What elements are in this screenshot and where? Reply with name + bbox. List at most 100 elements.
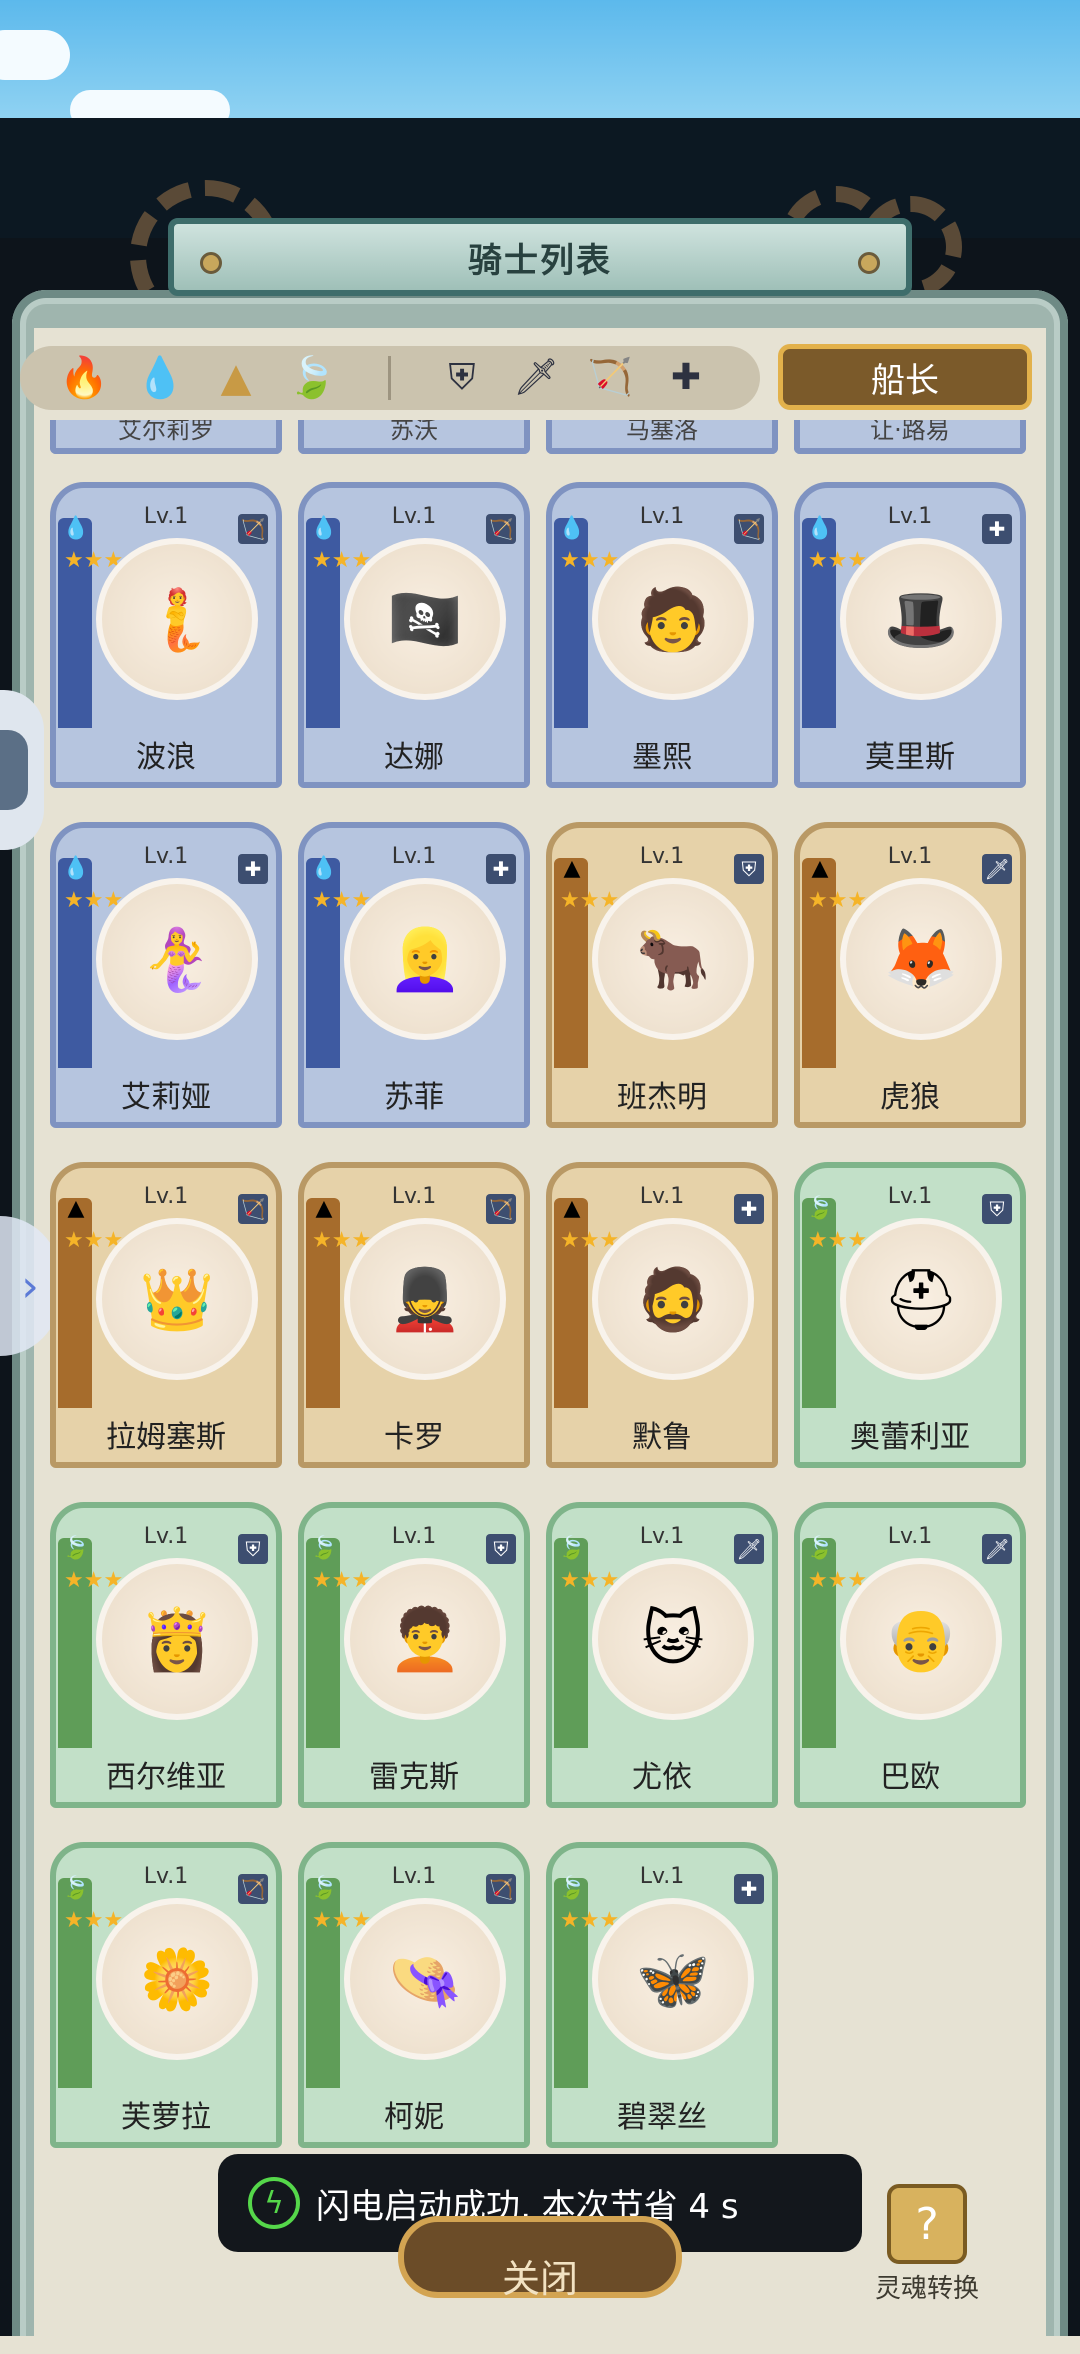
knight-portrait: 🧑‍🦱: [344, 1558, 506, 1720]
knight-card[interactable]: 💧 ★★★ Lv.1 ✚ 🎩 莫里斯: [794, 482, 1026, 788]
knight-card[interactable]: 🍃 ★★★ Lv.1 ⛨ 🧑‍🦱 雷克斯: [298, 1502, 530, 1808]
knight-card[interactable]: 🍃 ★★★ Lv.1 🏹 🌼 芙萝拉: [50, 1842, 282, 2148]
knight-name: 默鲁: [632, 1420, 692, 1455]
knight-name: 尤依: [632, 1760, 692, 1795]
knight-card[interactable]: 💧 ★★★ Lv.1 ✚ 👱‍♀️ 苏菲: [298, 822, 530, 1128]
knight-name: 艾莉娅: [121, 1080, 211, 1115]
star-rating: ★★★: [64, 1908, 124, 1933]
knight-portrait: 👸: [96, 1558, 258, 1720]
knight-card-partial[interactable]: 苏沃: [298, 420, 530, 454]
star-rating: ★★★: [312, 1228, 372, 1253]
captain-button-label: 船长: [871, 360, 939, 401]
knight-name: 让·路易: [870, 420, 950, 444]
role-icon: 🗡: [982, 854, 1012, 884]
knight-portrait: ⛑: [840, 1218, 1002, 1380]
knight-name: 墨熙: [632, 740, 692, 775]
knight-card[interactable]: 💧 ★★★ Lv.1 🏹 🧑 墨熙: [546, 482, 778, 788]
role-icon: ✚: [486, 854, 516, 884]
knight-portrait: 🎩: [840, 538, 1002, 700]
star-rating: ★★★: [64, 1228, 124, 1253]
knight-card[interactable]: 🍃 ★★★ Lv.1 ⛨ ⛑ 奥蕾利亚: [794, 1162, 1026, 1468]
wind-element-icon[interactable]: 🍃: [286, 352, 338, 404]
knight-portrait: 🐂: [592, 878, 754, 1040]
knight-card[interactable]: 💧 ★★★ Lv.1 🏹 🧜 波浪: [50, 482, 282, 788]
knight-card[interactable]: 💧 ★★★ Lv.1 🏹 🏴‍☠️ 达娜: [298, 482, 530, 788]
role-icon: 🏹: [238, 514, 268, 544]
knight-card[interactable]: 🍃 ★★★ Lv.1 ⛨ 👸 西尔维亚: [50, 1502, 282, 1808]
knight-card[interactable]: 🍃 ★★★ Lv.1 🗡 👴 巴欧: [794, 1502, 1026, 1808]
banner-rivet-right: [858, 252, 880, 274]
role-icon: 🏹: [734, 514, 764, 544]
page-title: 骑士列表: [168, 218, 912, 296]
knight-card[interactable]: 🍃 ★★★ Lv.1 🏹 👒 柯妮: [298, 1842, 530, 2148]
knight-card[interactable]: ▲ ★★★ Lv.1 🏹 💂 卡罗: [298, 1162, 530, 1468]
star-rating: ★★★: [808, 1568, 868, 1593]
role-icon: ⛨: [734, 854, 764, 884]
knight-portrait: 🧑: [592, 538, 754, 700]
knight-card[interactable]: ▲ ★★★ Lv.1 ✚ 🧔 默鲁: [546, 1162, 778, 1468]
role-icon: 🗡: [734, 1534, 764, 1564]
knight-card[interactable]: ▲ ★★★ Lv.1 ⛨ 🐂 班杰明: [546, 822, 778, 1128]
star-rating: ★★★: [808, 1228, 868, 1253]
shield-role-icon[interactable]: ⛨: [436, 352, 488, 404]
knight-card[interactable]: 🍃 ★★★ Lv.1 🗡 🐱 尤依: [546, 1502, 778, 1808]
knight-portrait: 🏴‍☠️: [344, 538, 506, 700]
role-icon: ✚: [734, 1194, 764, 1224]
knight-portrait: 🦋: [592, 1898, 754, 2060]
knight-name: 卡罗: [384, 1420, 444, 1455]
knight-portrait: 👴: [840, 1558, 1002, 1720]
role-icon: ✚: [982, 514, 1012, 544]
knight-portrait: 🦊: [840, 878, 1002, 1040]
page-title-text: 骑士列表: [468, 240, 612, 281]
fire-element-icon[interactable]: 🔥: [58, 352, 110, 404]
bottom-strip: [0, 2336, 1080, 2354]
knight-name: 奥蕾利亚: [850, 1420, 970, 1455]
star-rating: ★★★: [312, 548, 372, 573]
knight-portrait: 👑: [96, 1218, 258, 1380]
role-icon: ⛨: [238, 1534, 268, 1564]
side-tab-handle: [0, 730, 28, 810]
knight-portrait: 👱‍♀️: [344, 878, 506, 1040]
role-icon: ✚: [734, 1874, 764, 1904]
role-icon: ⛨: [982, 1194, 1012, 1224]
knight-name: 柯妮: [384, 2100, 444, 2135]
star-rating: ★★★: [560, 1908, 620, 1933]
knight-name: 碧翠丝: [617, 2100, 707, 2135]
knight-card[interactable]: ▲ ★★★ Lv.1 🗡 🦊 虎狼: [794, 822, 1026, 1128]
sword-role-icon[interactable]: 🗡: [510, 352, 562, 404]
knight-card-partial[interactable]: 艾尔莉罗: [50, 420, 282, 454]
knight-portrait: 👒: [344, 1898, 506, 2060]
star-rating: ★★★: [808, 888, 868, 913]
water-element-icon[interactable]: 💧: [134, 352, 186, 404]
role-icon: 🏹: [486, 514, 516, 544]
healer-role-icon[interactable]: ✚: [660, 352, 712, 404]
close-button[interactable]: 关闭: [398, 2216, 682, 2301]
knight-card[interactable]: 💧 ★★★ Lv.1 ✚ 🧜‍♀️ 艾莉娅: [50, 822, 282, 1128]
role-icon: 🗡: [982, 1534, 1012, 1564]
role-icon: 🏹: [238, 1194, 268, 1224]
knight-portrait: 💂: [344, 1218, 506, 1380]
lightning-icon: ϟ: [248, 2177, 300, 2229]
star-rating: ★★★: [64, 1568, 124, 1593]
role-icon: 🏹: [486, 1194, 516, 1224]
knight-card-partial[interactable]: 让·路易: [794, 420, 1026, 454]
knight-card-partial[interactable]: 马塞洛: [546, 420, 778, 454]
knight-card[interactable]: ▲ ★★★ Lv.1 🏹 👑 拉姆塞斯: [50, 1162, 282, 1468]
earth-element-icon[interactable]: ▲: [210, 352, 262, 404]
knight-name: 波浪: [136, 740, 196, 775]
bow-role-icon[interactable]: 🏹: [584, 352, 636, 404]
knight-name: 虎狼: [880, 1080, 940, 1115]
knight-name: 拉姆塞斯: [106, 1420, 226, 1455]
star-rating: ★★★: [312, 1568, 372, 1593]
captain-button[interactable]: 船长: [778, 344, 1032, 410]
soul-convert-icon: ?: [887, 2184, 967, 2264]
role-icon: 🏹: [486, 1874, 516, 1904]
knight-name: 巴欧: [880, 1760, 940, 1795]
filter-divider: [388, 356, 391, 400]
soul-convert-button[interactable]: ? 灵魂转换: [872, 2184, 982, 2304]
star-rating: ★★★: [560, 548, 620, 573]
knight-card[interactable]: 🍃 ★★★ Lv.1 ✚ 🦋 碧翠丝: [546, 1842, 778, 2148]
knight-name: 马塞洛: [626, 420, 698, 444]
star-rating: ★★★: [808, 548, 868, 573]
knight-grid[interactable]: 艾尔莉罗 苏沃 马塞洛 让·路易 💧 ★★★ Lv.1 🏹 🧜 波浪 💧 ★★★ Lv.1 🏹 🏴‍☠️ 达…: [34, 420, 1046, 2150]
